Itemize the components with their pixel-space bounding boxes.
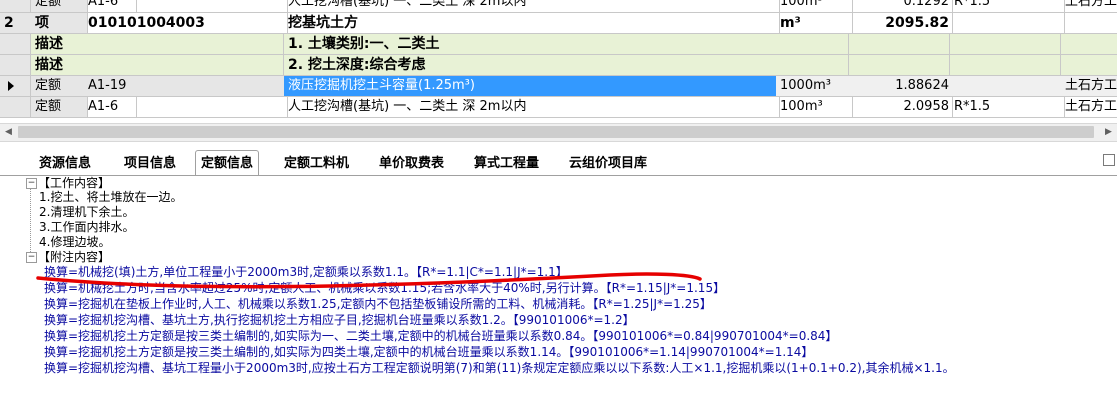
row-quantity: 0.1292 [849,0,953,13]
row-code: A1-6 [84,97,137,118]
row-type: 定额 [31,76,88,97]
row-quantity [849,55,950,76]
note-line[interactable]: 换算=机械挖土方时,当含水率超过25%时,定额人工、机械乘以系数1.15;若含水… [44,281,725,296]
row-number [0,55,31,76]
row-unit [776,34,849,55]
row-unit [776,55,849,76]
row-code: 010101004003 [84,13,288,34]
row-number [0,97,31,118]
row-conversion [950,76,1065,97]
horizontal-scrollbar[interactable]: ◀ ▶ [0,123,1117,142]
row-extra [1061,13,1117,34]
row-code-ext [133,76,288,97]
row-code: A1-19 [84,76,137,97]
grid-row-item[interactable]: 2 项 010101004003 挖基坑土方 m³ 2095.82 [0,13,1117,34]
scroll-right-icon[interactable]: ▶ [1100,124,1117,141]
row-name: 2. 挖土深度:综合考虑 [284,55,780,76]
row-unit: 100m³ [776,0,853,13]
tab-cloud-pricing[interactable]: 云组价项目库 [564,153,652,175]
collapse-notes-icon[interactable]: − [26,252,37,263]
quota-info-panel: − 【工作内容】 1.挖土、将土堆放在一边。 2.清理机下余土。 3.工作面内排… [0,176,1117,407]
row-extra: 土石方工 [1061,76,1117,97]
row-conversion: R*1.5 [950,0,1065,13]
row-unit: 100m³ [776,97,853,118]
row-code-ext [133,97,288,118]
work-item: 3.工作面内排水。 [39,220,135,234]
row-quantity [849,34,950,55]
scroll-left-icon[interactable]: ◀ [0,124,17,141]
row-conversion [950,13,1065,34]
note-line[interactable]: 换算=挖掘机在垫板上作业时,人工、机械乘以系数1.25,定额内不包括垫板铺设所需… [44,297,712,312]
work-content-heading: 【工作内容】 [38,176,111,190]
tab-resource-info[interactable]: 资源信息 [34,153,96,175]
row-code [84,34,284,55]
row-number [0,0,31,13]
row-extra: 土石方工 [1061,0,1117,13]
note-line[interactable]: 换算=挖掘机挖土方定额是按三类土编制的,如实际为一、二类土壤,定额中的机械台班量… [44,329,837,344]
row-code-ext [133,0,288,13]
row-extra [1061,55,1117,76]
tab-project-info[interactable]: 项目信息 [119,153,181,175]
row-current-marker [0,76,31,97]
row-unit: 1000m³ [776,76,853,97]
row-conversion [950,34,1061,55]
tab-quota-info[interactable]: 定额信息 [195,150,260,176]
quota-grid: 定额 A1-6 人工挖沟槽(基坑) 一、二类土 深 2m以内 100m³ 0.1… [0,0,1117,123]
row-quantity: 2.0958 [849,97,953,118]
tab-unit-price-fee[interactable]: 单价取费表 [374,153,449,175]
row-name[interactable]: 液压挖掘机挖土斗容量(1.25m³) [284,76,780,97]
grid-row-quota[interactable]: 定额 A1-6 人工挖沟槽(基坑) 一、二类土 深 2m以内 100m³ 2.0… [0,97,1117,118]
row-code-text: 010101004003 [88,15,205,31]
row-number [0,34,31,55]
panel-checkbox[interactable] [1103,154,1115,166]
row-type: 定额 [31,0,88,13]
notes-heading: 【附注内容】 [38,250,111,264]
row-type: 项 [31,13,88,34]
tab-quota-materials[interactable]: 定额工料机 [279,153,354,175]
row-extra [1061,34,1117,55]
detail-tabbar: 资源信息 项目信息 定额信息 定额工料机 单价取费表 算式工程量 云组价项目库 [0,149,1117,176]
row-code [84,55,284,76]
work-item: 1.挖土、将土堆放在一边。 [39,190,183,204]
note-line[interactable]: 换算=机械挖(填)土方,单位工程量小于2000m3时,定额乘以系数1.1。【R*… [44,265,568,280]
row-conversion: R*1.5 [950,97,1065,118]
row-type: 定额 [31,97,88,118]
current-row-arrow-icon [8,81,14,91]
row-name: 1. 土壤类别:一、二类土 [284,34,780,55]
grid-row-quota[interactable]: 定额 A1-6 人工挖沟槽(基坑) 一、二类土 深 2m以内 100m³ 0.1… [0,0,1117,13]
row-quantity: 1.88624 [849,76,953,97]
tree-connector [30,186,31,254]
work-item: 4.修理边坡。 [39,235,111,249]
note-line[interactable]: 换算=挖掘机挖沟槽、基坑工程量小于2000m3时,应按土石方工程定额说明第(7)… [44,361,955,376]
row-name: 人工挖沟槽(基坑) 一、二类土 深 2m以内 [284,0,780,13]
row-type: 描述 [31,55,88,76]
row-name: 挖基坑土方 [284,13,780,34]
grid-row-description[interactable]: 描述 1. 土壤类别:一、二类土 [0,34,1117,55]
note-line[interactable]: 换算=挖掘机挖土方定额是按三类土编制的,如实际为四类土壤,定额中的机械台班量乘以… [44,345,813,360]
row-quantity: 2095.82 [849,13,953,34]
row-code: A1-6 [84,0,137,13]
grid-row-quota-selected[interactable]: 定额 A1-19 液压挖掘机挖土斗容量(1.25m³) 1000m³ 1.886… [0,76,1117,97]
work-item: 2.清理机下余土。 [39,205,135,219]
row-conversion [950,55,1061,76]
tab-formula-quantity[interactable]: 算式工程量 [469,153,544,175]
row-number: 2 [0,13,35,34]
row-name: 人工挖沟槽(基坑) 一、二类土 深 2m以内 [284,97,780,118]
scrollbar-thumb[interactable] [18,126,1094,138]
row-extra: 土石方工 [1061,97,1117,118]
row-unit: m³ [776,13,853,34]
grid-row-description[interactable]: 描述 2. 挖土深度:综合考虑 [0,55,1117,76]
row-type: 描述 [31,34,88,55]
note-line[interactable]: 换算=挖掘机挖沟槽、基坑土方,执行挖掘机挖土方相应子目,挖掘机台班量乘以系数1.… [44,313,635,328]
collapse-work-icon[interactable]: − [26,178,37,189]
